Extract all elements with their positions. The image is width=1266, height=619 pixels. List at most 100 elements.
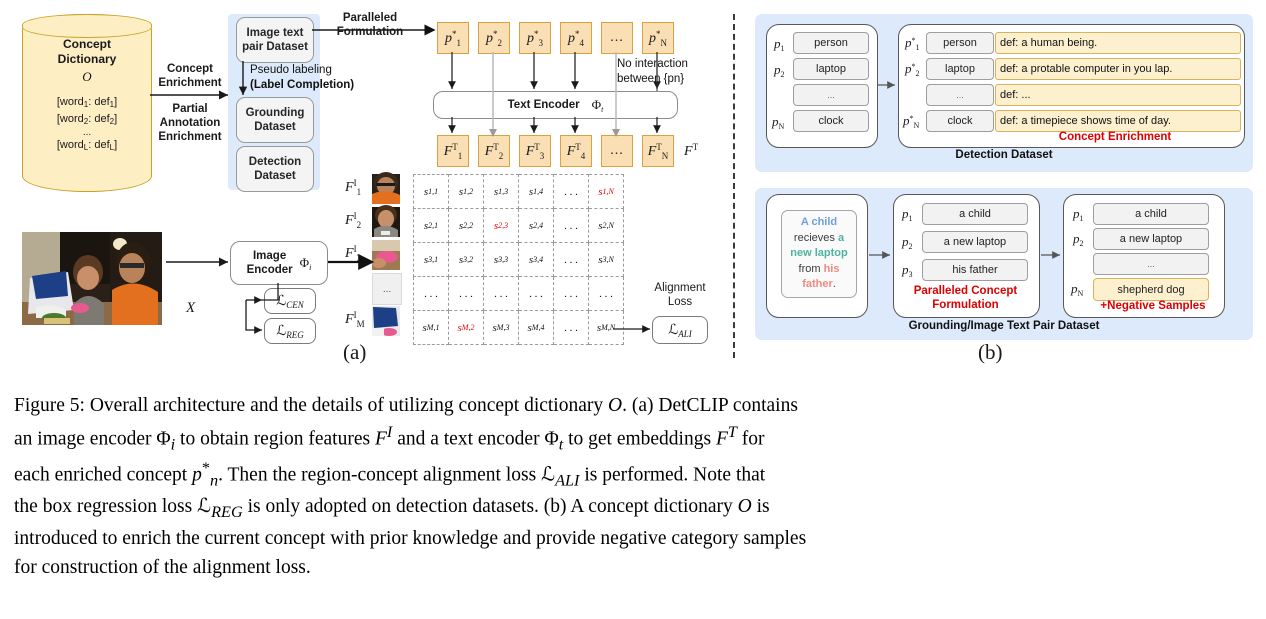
caption-line-5: introduced to enrich the current concept… bbox=[14, 527, 807, 549]
grounding-concept-1: a child bbox=[922, 203, 1028, 225]
loss-cen-box: ℒCEN bbox=[264, 288, 316, 314]
dictionary-title-line1: Concept bbox=[63, 37, 111, 51]
region-feature-label-2: FI2 bbox=[345, 211, 362, 230]
detection-definition-ellipsis: def: ... bbox=[995, 84, 1241, 106]
grounding-concept-3: his father bbox=[922, 259, 1028, 281]
text-feature-1: FT1 bbox=[437, 135, 469, 167]
text-encoder-box: Text Encoder Φt bbox=[433, 91, 678, 119]
similarity-cell: s M,2 bbox=[449, 311, 484, 345]
negatives-index-1: p1 bbox=[1073, 206, 1084, 223]
similarity-cell: . . . bbox=[554, 277, 589, 311]
concept-token-1: p*1 bbox=[437, 22, 469, 54]
similarity-cell: s M,3 bbox=[484, 311, 519, 345]
detection-raw-index-N: pN bbox=[772, 114, 785, 131]
negatives-concept-2: a new laptop bbox=[1093, 228, 1209, 250]
concept-token-3: p*3 bbox=[519, 22, 551, 54]
sentence-word-recieves: recieves bbox=[793, 231, 835, 244]
region-thumbnail-M bbox=[372, 306, 400, 336]
dictionary-entry-L: [wordL: defL] bbox=[56, 139, 118, 153]
similarity-cell: s 2,2 bbox=[449, 209, 484, 243]
negative-samples-label: +Negative Samples bbox=[1100, 300, 1206, 312]
concept-dictionary-cylinder: Concept Dictionary O [word1: def1] [word… bbox=[21, 13, 152, 192]
similarity-cell: s 3,2 bbox=[449, 243, 484, 277]
similarity-cell: s 3,4 bbox=[519, 243, 554, 277]
similarity-cell: . . . bbox=[519, 277, 554, 311]
similarity-cell: s 2,1 bbox=[413, 209, 449, 243]
loss-reg-box: ℒREG bbox=[264, 318, 316, 344]
image-encoder-box: Image Encoder Φi bbox=[230, 241, 328, 285]
similarity-matrix-row: s 1,1 s 1,2 s 1,3 s 1,4. . . s 1,N bbox=[413, 174, 624, 209]
sentence-word-a: a bbox=[837, 231, 845, 244]
similarity-cell: s 1,2 bbox=[449, 174, 484, 209]
similarity-cell: s M,N bbox=[589, 311, 624, 345]
paralleled-formulation-label: Paralleled Formulation bbox=[336, 12, 404, 38]
similarity-cell: s 3,1 bbox=[413, 243, 449, 277]
grounding-concept-2: a new laptop bbox=[922, 231, 1028, 253]
detection-enriched-index-N: p*N bbox=[903, 113, 920, 130]
grounding-concept-index-3: p3 bbox=[902, 262, 913, 279]
similarity-cell: . . . bbox=[554, 311, 589, 345]
paralleled-concept-formulation-label: Paralleled Concept Formulation bbox=[913, 285, 1018, 312]
detection-definition-N: def: a timepiece shows time of day. bbox=[995, 110, 1241, 132]
similarity-cell: s 1,4 bbox=[519, 174, 554, 209]
concept-enrichment-label: Concept Enrichment bbox=[158, 63, 222, 89]
panel-a-label: (a) bbox=[343, 340, 367, 364]
grounding-sentence-box: A child recieves a new laptop from his f… bbox=[781, 210, 857, 298]
caption-line-6: for construction of the alignment loss. bbox=[14, 556, 311, 578]
sentence-word-from: from bbox=[798, 262, 821, 275]
sentence-phrase-newlaptop: new laptop bbox=[790, 247, 848, 260]
figure-caption: Figure 5: Overall architecture and the d… bbox=[14, 392, 1254, 582]
text-feature-ellipsis: ... bbox=[601, 135, 633, 167]
similarity-matrix: s 1,1 s 1,2 s 1,3 s 1,4. . . s 1,N s 2,1 s 2,2 s 2,3 s 2,… bbox=[413, 174, 624, 345]
negatives-index-N: pN bbox=[1071, 281, 1084, 298]
dictionary-title-line2: Dictionary bbox=[57, 52, 117, 67]
sentence-period: . bbox=[832, 278, 836, 291]
similarity-cell: . . . bbox=[413, 277, 449, 311]
sentence-phrase-child: A child bbox=[800, 216, 838, 228]
detection-definition-2: def: a protable computer in you lap. bbox=[995, 58, 1241, 80]
similarity-cell: s 2,4 bbox=[519, 209, 554, 243]
caption-line-2: an image encoder Φi to obtain region fea… bbox=[14, 422, 765, 454]
panel-b: Detection Dataset p1 person p2 laptop ..… bbox=[733, 0, 1266, 370]
detection-enriched-concept-1: person bbox=[926, 32, 994, 54]
text-feature-N: FTN bbox=[642, 135, 674, 167]
input-image-symbol: X bbox=[186, 300, 196, 316]
sentence-word-father: father bbox=[802, 278, 833, 291]
loss-ali-box: ℒALI bbox=[652, 316, 708, 344]
detection-enriched-concept-ellipsis: ... bbox=[926, 84, 994, 106]
region-feature-label-1: FI1 bbox=[345, 178, 362, 197]
similarity-cell: . . . bbox=[449, 277, 484, 311]
input-image bbox=[22, 232, 162, 325]
alignment-loss-label: Alignment Loss bbox=[654, 282, 706, 309]
similarity-cell: . . . bbox=[554, 174, 589, 209]
similarity-cell: . . . bbox=[554, 243, 589, 277]
negatives-concept-N: shepherd dog bbox=[1093, 278, 1209, 301]
similarity-matrix-row: s 2,1 s 2,2 s 2,3 s 2,4. . . s 2,N bbox=[413, 209, 624, 243]
concept-token-N: p*N bbox=[642, 22, 674, 54]
similarity-cell: s M,4 bbox=[519, 311, 554, 345]
text-feature-3: FT3 bbox=[519, 135, 551, 167]
text-feature-group-label: FT bbox=[684, 142, 699, 159]
similarity-cell: s 2,3 bbox=[484, 209, 519, 243]
dictionary-entry-1: [word1: def1] bbox=[56, 96, 118, 110]
similarity-cell: s 3,N bbox=[589, 243, 624, 277]
detection-raw-concept-N: clock bbox=[793, 110, 869, 132]
similarity-matrix-row: s 3,1 s 3,2 s 3,3 s 3,4. . . s 3,N bbox=[413, 243, 624, 277]
detection-raw-concept-ellipsis: ... bbox=[793, 84, 869, 106]
caption-line-4: the box regression loss ℒREG is only ado… bbox=[14, 496, 770, 522]
detection-enriched-concept-N: clock bbox=[926, 110, 994, 132]
similarity-cell: s 2,N bbox=[589, 209, 624, 243]
detection-raw-index-2: p2 bbox=[774, 62, 785, 79]
text-feature-2: FT2 bbox=[478, 135, 510, 167]
negatives-concept-ellipsis: ... bbox=[1093, 253, 1209, 275]
no-interaction-note: No interaction between {pn} bbox=[617, 58, 688, 85]
region-thumbnail-2 bbox=[372, 205, 400, 237]
similarity-cell: s M,1 bbox=[413, 311, 449, 345]
region-feature-label-M: FIM bbox=[345, 310, 365, 329]
similarity-cell: s 3,3 bbox=[484, 243, 519, 277]
concept-token-4: p*4 bbox=[560, 22, 592, 54]
caption-line-3: each enriched concept p*n. Then the regi… bbox=[14, 458, 766, 490]
similarity-matrix-row: s M,1 s M,2 s M,3 s M,4. . . s M,N bbox=[413, 311, 624, 345]
region-thumbnail-ellipsis: ... bbox=[372, 273, 402, 305]
dictionary-symbol: O bbox=[82, 68, 92, 84]
